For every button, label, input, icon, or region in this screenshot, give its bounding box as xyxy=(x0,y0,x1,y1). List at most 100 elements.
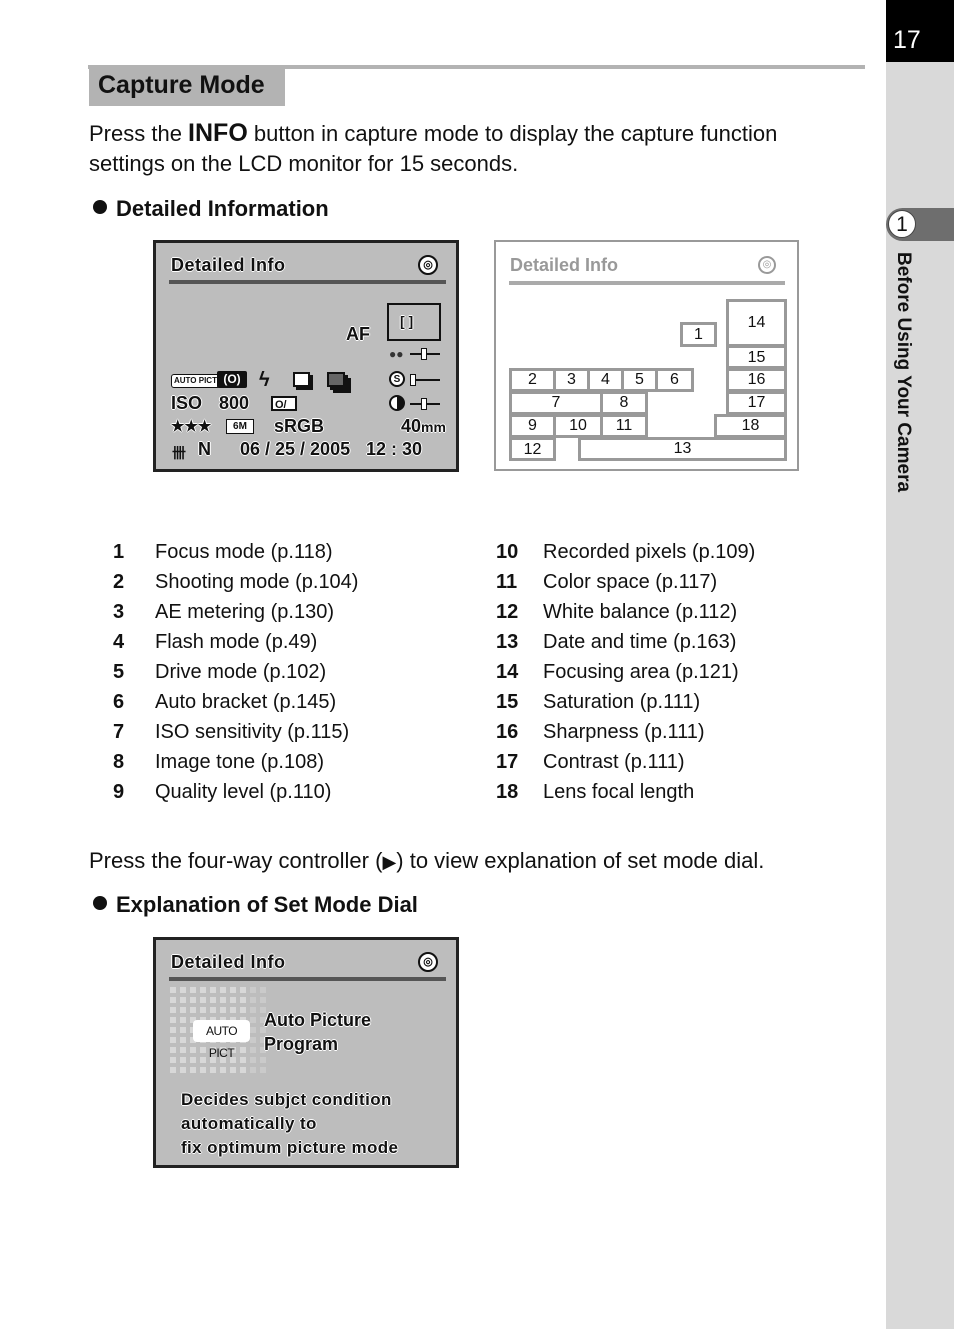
dot xyxy=(250,1017,256,1023)
dot xyxy=(250,1047,256,1053)
legend-text: Shooting mode (p.104) xyxy=(155,571,359,593)
legend-number: 9 xyxy=(113,781,125,803)
side-tab-strip xyxy=(886,0,954,1329)
diagram-title: Detailed Info xyxy=(510,255,619,275)
dot xyxy=(190,1057,196,1063)
legend-number: 8 xyxy=(113,751,125,773)
dot xyxy=(250,1007,256,1013)
legend-number: 4 xyxy=(113,631,125,653)
af-label: AF xyxy=(346,324,370,344)
legend-text: AE metering (p.130) xyxy=(155,601,334,623)
controller-paragraph: Press the four-way controller (▶) to vie… xyxy=(89,846,764,877)
legend-text: Color space (p.117) xyxy=(543,571,718,593)
diagram-cell-15: 15 xyxy=(726,345,787,369)
flash-icon: ϟ xyxy=(259,369,270,391)
dot xyxy=(210,997,216,1003)
dot xyxy=(240,1047,246,1053)
right-arrow-icon: ▶ xyxy=(382,852,397,872)
diagram-cell-13: 13 xyxy=(578,437,787,461)
dot xyxy=(220,1067,226,1073)
diagram-cell-12: 12 xyxy=(509,437,556,461)
dot xyxy=(260,987,266,993)
focus-area-box: [ ] xyxy=(387,303,441,341)
dot xyxy=(210,1007,216,1013)
dot xyxy=(180,1017,186,1023)
dot xyxy=(200,987,206,993)
contrast-icon xyxy=(389,395,405,411)
dot xyxy=(240,1007,246,1013)
legend-text: Sharpness (p.111) xyxy=(543,721,705,743)
legend-text: White balance (p.112) xyxy=(543,601,738,623)
auto-bracket-icon xyxy=(327,372,345,387)
saturation-slider-knob xyxy=(421,348,427,360)
dot xyxy=(200,1007,206,1013)
chapter-number: 1 xyxy=(888,210,916,238)
white-balance-icon: 卌 xyxy=(172,445,186,461)
diagram-cell-10: 10 xyxy=(553,414,603,438)
lcd-title-rule xyxy=(169,280,446,284)
dot xyxy=(220,987,226,993)
drive-icon xyxy=(293,372,310,387)
legend-number: 10 xyxy=(496,541,519,563)
page-number: 17 xyxy=(893,26,921,54)
legend-number: 16 xyxy=(496,721,519,743)
diagram-cell-11: 11 xyxy=(600,414,648,438)
dot xyxy=(190,1047,196,1053)
shooting-mode-badge: AUTO PICT xyxy=(171,374,220,388)
diagram-cell-14: 14 xyxy=(726,299,787,347)
dot xyxy=(190,1007,196,1013)
mode-name: Auto Picture Program xyxy=(264,1008,371,1056)
diagram-cell-7: 7 xyxy=(509,391,603,415)
dot xyxy=(250,1037,256,1043)
dot xyxy=(210,1067,216,1073)
mode-description: Decides subjct condition automatically t… xyxy=(181,1088,398,1160)
focus-area-brackets: [ ] xyxy=(400,313,414,329)
dot xyxy=(180,987,186,993)
legend-number: 11 xyxy=(496,571,518,593)
lcd-title: Detailed Info xyxy=(171,952,286,972)
dot xyxy=(180,997,186,1003)
detailed-info-heading: Detailed Information xyxy=(93,196,329,222)
dot xyxy=(260,1057,266,1063)
diagram-cell-17: 17 xyxy=(726,391,787,415)
dot xyxy=(190,1067,196,1073)
dot xyxy=(250,987,256,993)
controller-text-suffix: ) to view explanation of set mode dial. xyxy=(396,848,765,873)
legend-number: 18 xyxy=(496,781,519,803)
dot xyxy=(180,1027,186,1033)
date-value: 06 / 25 / 2005 xyxy=(240,439,351,459)
info-dial-back-icon: ◎ xyxy=(418,952,438,972)
legend-number: 7 xyxy=(113,721,125,743)
legend-number: 14 xyxy=(496,661,519,683)
lcd-title-rule xyxy=(169,977,446,981)
saturation-icon: ●● xyxy=(389,347,404,361)
mode-dial-heading-text: Explanation of Set Mode Dial xyxy=(116,892,418,917)
dot xyxy=(170,1057,176,1063)
focal-length-value: 40 xyxy=(401,416,422,436)
controller-text-prefix: Press the four-way controller ( xyxy=(89,848,383,873)
section-title: Capture Mode xyxy=(98,71,265,99)
dot xyxy=(170,1007,176,1013)
legend-text: Auto bracket (p.145) xyxy=(155,691,337,713)
focal-length: 40mm xyxy=(401,416,446,437)
dot xyxy=(180,1007,186,1013)
legend-text: Saturation (p.111) xyxy=(543,691,701,713)
iso-value: 800 xyxy=(219,393,250,413)
intro-suffix: button in capture mode to display the ca… xyxy=(247,121,778,146)
legend-text: Focusing area (p.121) xyxy=(543,661,739,683)
bullet-icon xyxy=(93,896,107,910)
dot xyxy=(250,1067,256,1073)
legend-text: ISO sensitivity (p.115) xyxy=(155,721,350,743)
dot xyxy=(170,1017,176,1023)
iso-label: ISO xyxy=(171,393,203,413)
dot xyxy=(250,1057,256,1063)
mode-desc-line3: fix optimum picture mode xyxy=(181,1138,399,1157)
dot xyxy=(240,1067,246,1073)
dot xyxy=(230,997,236,1003)
dot xyxy=(210,987,216,993)
legend-number: 12 xyxy=(496,601,519,623)
lcd-layout-diagram: Detailed Info ◎ 1 2 3 4 5 6 7 8 9 10 11 … xyxy=(494,240,799,471)
chapter-title: Before Using Your Camera xyxy=(893,252,914,493)
diagram-cell-6: 6 xyxy=(655,368,694,392)
mode-name-line1: Auto Picture xyxy=(264,1010,372,1030)
